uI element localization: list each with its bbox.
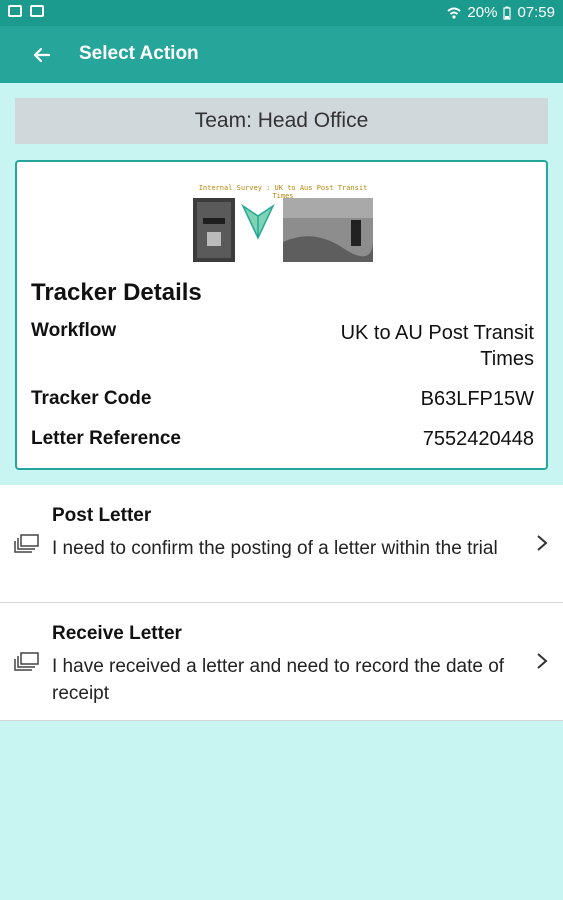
notification-icons — [8, 5, 44, 17]
chevron-right-icon — [537, 535, 548, 551]
chevron-right-icon — [537, 653, 548, 669]
workflow-value: UK to AU Post Transit Times — [341, 320, 534, 372]
app-bar: Select Action — [0, 26, 563, 83]
action-description: I need to confirm the posting of a lette… — [52, 538, 498, 559]
stacked-letters-icon — [14, 534, 39, 553]
page-title: Select Action — [79, 43, 199, 64]
letter-reference-label: Letter Reference — [31, 428, 181, 449]
action-title: Receive Letter — [52, 623, 182, 644]
postbox-photo — [193, 198, 235, 262]
mailbox-photo — [283, 198, 373, 262]
action-title: Post Letter — [52, 505, 152, 526]
stacked-letters-icon — [14, 652, 39, 671]
tracker-code-label: Tracker Code — [31, 388, 152, 409]
team-banner: Team: Head Office — [15, 98, 548, 144]
action-post-letter[interactable]: Post Letter I need to confirm the postin… — [0, 485, 563, 603]
wifi-icon — [447, 7, 462, 19]
app-logo-icon — [241, 203, 275, 240]
action-receive-letter[interactable]: Receive Letter I have received a letter … — [0, 603, 563, 721]
tracker-details-card: Internal Survey : UK to Aus Post Transit… — [15, 160, 548, 470]
battery-percent: 20% — [467, 4, 498, 21]
workflow-value-line1: UK to AU Post Transit — [340, 322, 534, 344]
battery-icon — [503, 6, 512, 20]
action-list: Post Letter I need to confirm the postin… — [0, 485, 563, 721]
action-description: I have received a letter and need to rec… — [52, 656, 505, 704]
clock: 07:59 — [517, 4, 555, 21]
keyboard-icon — [8, 5, 22, 17]
arrow-left-icon[interactable] — [28, 41, 56, 69]
tracker-code-value: B63LFP15W — [420, 388, 534, 410]
status-bar: 20% 07:59 — [0, 0, 563, 26]
tracker-details-title: Tracker Details — [31, 279, 202, 306]
letter-reference-value: 7552420448 — [422, 428, 534, 450]
workflow-value-line2: Times — [480, 348, 534, 370]
workflow-label: Workflow — [31, 320, 117, 341]
tracker-image: Internal Survey : UK to Aus Post Transit… — [193, 184, 373, 264]
image-icon — [30, 5, 44, 17]
